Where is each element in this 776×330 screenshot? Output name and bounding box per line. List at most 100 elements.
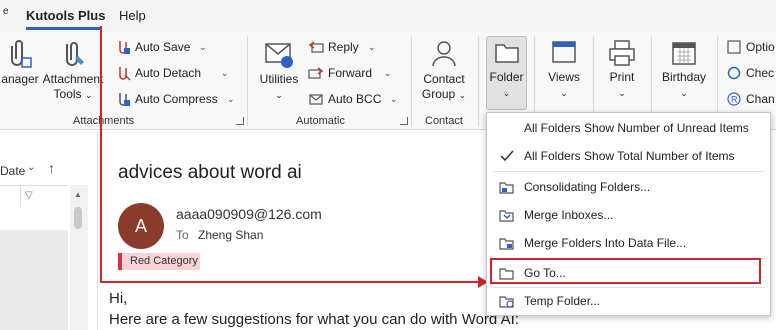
folder-label: Folder	[489, 70, 524, 84]
auto-compress-label: Auto Compress	[135, 92, 218, 106]
menu-separator	[493, 171, 765, 172]
filter-icon[interactable]: ▽	[25, 190, 33, 201]
manager-label: anager	[1, 72, 39, 86]
menu-item-label: Temp Folder...	[524, 294, 601, 308]
checkmark-icon	[500, 150, 514, 162]
contact-group-label: Contact	[425, 115, 463, 127]
change-icon: R	[727, 92, 741, 106]
refresh-icon	[727, 66, 741, 80]
auto-detach-icon	[119, 67, 131, 81]
tab-kutools-plus[interactable]: Kutools Plus	[26, 8, 105, 23]
group-divider	[411, 36, 412, 126]
utilities-button[interactable]: Utilities ⌄	[254, 38, 304, 103]
auto-save-icon	[119, 41, 130, 54]
manager-button[interactable]: anager	[0, 38, 40, 87]
options-icon	[727, 40, 741, 54]
attachment-tools-button[interactable]: Attachment Tools ⌄	[40, 38, 106, 103]
folders-icon	[499, 182, 514, 194]
annotation-line-horizontal	[100, 281, 480, 283]
annotation-line-vertical	[100, 26, 102, 282]
calendar-icon	[672, 42, 696, 65]
merge-folder-icon	[499, 238, 514, 250]
temp-folder-icon	[499, 296, 514, 308]
message-list-item[interactable]	[0, 230, 68, 330]
reply-button[interactable]: Reply ⌄	[308, 36, 378, 58]
views-icon	[552, 41, 576, 63]
folder-icon	[494, 44, 519, 63]
printer-icon	[609, 40, 635, 66]
sort-chevron-icon[interactable]: ⌄	[27, 162, 35, 173]
paperclip-icon	[11, 40, 32, 68]
views-button[interactable]: Views ⌄	[542, 38, 586, 101]
tab-help[interactable]: Help	[119, 8, 146, 23]
contact-person-icon	[432, 41, 456, 67]
automatic-launcher-icon[interactable]	[400, 117, 408, 125]
change-button[interactable]: R Chan	[726, 88, 776, 110]
contact-group-button[interactable]: Contact Group ⌄	[417, 38, 471, 103]
recipient-name[interactable]: Zheng Shan	[198, 228, 263, 242]
forward-label: Forward	[328, 66, 373, 80]
menu-item-label: All Folders Show Total Number of Items	[524, 149, 735, 163]
options-label: Optio	[746, 40, 775, 54]
scroll-up-icon[interactable]: ▲	[74, 190, 82, 199]
forward-icon	[308, 67, 324, 79]
contact-group-label-1: Contact	[423, 72, 465, 86]
category-badge[interactable]: Red Category	[118, 253, 200, 270]
group-divider	[478, 36, 479, 126]
print-button[interactable]: Print ⌄	[600, 38, 644, 101]
menu-item-label: Merge Inboxes...	[524, 208, 614, 222]
check-button[interactable]: Chec	[726, 62, 776, 84]
to-label: To	[176, 228, 189, 242]
forward-button[interactable]: Forward ⌄	[308, 62, 392, 84]
sort-by-date[interactable]: Date	[0, 164, 25, 178]
auto-compress-icon	[119, 93, 130, 106]
menu-item-consolidating-folders[interactable]: Consolidating Folders...	[487, 174, 770, 200]
menu-item-label: All Folders Show Number of Unread Items	[524, 121, 749, 135]
pane-divider	[97, 131, 98, 330]
email-body-line: Hi,	[109, 290, 128, 307]
attachments-group-label: Attachments	[73, 115, 135, 127]
go-to-highlight-box	[490, 258, 761, 284]
change-label: Chan	[746, 92, 775, 106]
folder-dropdown-menu: All Folders Show Number of Unread Items …	[486, 112, 771, 316]
active-tab-indicator	[26, 27, 100, 30]
auto-compress-button[interactable]: Auto Compress ⌄	[115, 88, 239, 110]
scrollbar-thumb[interactable]	[74, 207, 82, 229]
auto-save-button[interactable]: Auto Save ⌄	[115, 36, 211, 58]
email-body-line: Here are a few suggestions for what you …	[109, 311, 519, 328]
attachment-tools-label-2: Tools	[53, 87, 82, 101]
birthday-label: Birthday	[661, 70, 707, 84]
menu-item-show-total[interactable]: All Folders Show Total Number of Items	[487, 143, 770, 169]
auto-bcc-button[interactable]: Auto BCC ⌄	[308, 88, 400, 110]
menu-item-label: Consolidating Folders...	[524, 180, 651, 194]
reply-icon	[308, 41, 324, 53]
auto-detach-button[interactable]: Auto Detach ⌄	[115, 62, 235, 84]
attachments-launcher-icon[interactable]	[236, 117, 244, 125]
group-divider	[247, 36, 248, 126]
tab-fragment[interactable]: e	[3, 6, 9, 17]
folder-button-content[interactable]: Folder ⌄	[486, 38, 527, 101]
utilities-label: Utilities	[259, 72, 299, 86]
attachment-tools-icon	[66, 42, 84, 66]
avatar[interactable]: A	[118, 203, 164, 249]
menu-item-show-unread[interactable]: All Folders Show Number of Unread Items	[487, 115, 770, 141]
reply-label: Reply	[328, 40, 359, 54]
check-label: Chec	[746, 66, 775, 80]
menu-item-label: Merge Folders Into Data File...	[524, 236, 687, 250]
menu-item-merge-inboxes[interactable]: Merge Inboxes...	[487, 202, 770, 228]
sender-address[interactable]: aaaa090909@126.com	[176, 206, 322, 222]
ribbon-tab-bar: e Kutools Plus Help	[0, 0, 776, 32]
sort-arrow-up-icon[interactable]: ↑	[48, 160, 55, 176]
views-label: Views	[548, 70, 580, 84]
auto-detach-label: Auto Detach	[135, 66, 202, 80]
automatic-group-label: Automatic	[296, 115, 345, 127]
auto-bcc-icon	[309, 94, 323, 105]
options-button[interactable]: Optio	[726, 36, 776, 58]
menu-item-temp-folder[interactable]: Temp Folder...	[487, 288, 770, 314]
merge-inbox-icon	[499, 210, 514, 222]
divider	[0, 185, 68, 186]
menu-item-merge-folders[interactable]: Merge Folders Into Data File...	[487, 230, 770, 256]
birthday-button[interactable]: Birthday ⌄	[657, 38, 711, 101]
envelope-icon	[265, 43, 293, 68]
auto-save-label: Auto Save	[135, 40, 191, 54]
